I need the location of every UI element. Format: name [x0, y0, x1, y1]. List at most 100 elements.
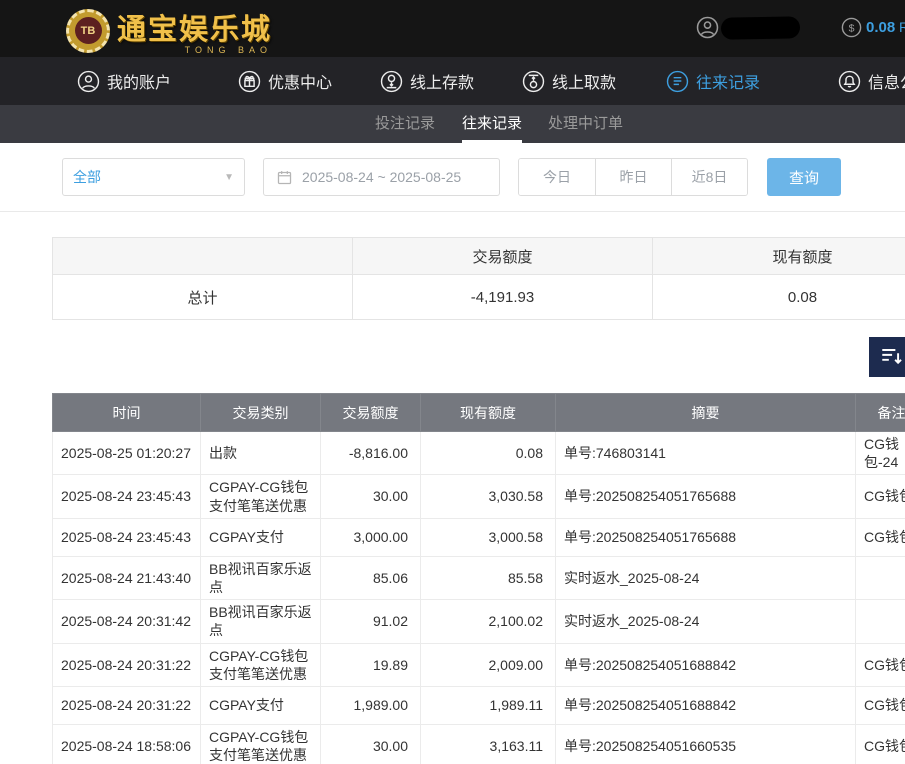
main-nav: 我的账户 优惠中心 线上存款 线上取款	[0, 57, 905, 105]
summary-total-label: 总计	[53, 275, 353, 320]
cell-time: 2025-08-24 23:45:43	[53, 518, 201, 556]
header-note: 备注	[856, 394, 905, 432]
records-header-row: 时间 交易类别 交易额度 现有额度 摘要 备注	[53, 394, 905, 432]
table-row: 2025-08-25 01:20:27 出款 -8,816.00 0.08 单号…	[53, 432, 905, 475]
cell-amount: 1,989.00	[321, 686, 421, 724]
cell-summary: 实时返水_2025-08-24	[556, 600, 856, 643]
cell-type: CGPAY-CG钱包支付笔笔送优惠	[201, 475, 321, 518]
section-divider	[0, 211, 905, 212]
user-icon	[77, 70, 100, 93]
cell-time: 2025-08-24 23:45:43	[53, 475, 201, 518]
type-filter-value: 全部	[73, 167, 101, 187]
cell-note: CG钱包	[856, 724, 905, 764]
logo-chip-icon: TB	[66, 9, 110, 53]
table-row: 2025-08-24 23:45:43 CGPAY支付 3,000.00 3,0…	[53, 518, 905, 556]
summary-table: 交易额度 现有额度 总计 -4,191.93 0.08	[52, 237, 905, 320]
summary-header-balance: 现有额度	[653, 238, 905, 275]
nav-item-label: 优惠中心	[268, 69, 332, 93]
tab-betting-records[interactable]: 投注记录	[375, 105, 435, 143]
user-avatar-icon[interactable]	[696, 16, 719, 39]
table-row: 2025-08-24 20:31:22 CGPAY-CG钱包支付笔笔送优惠 19…	[53, 643, 905, 686]
chevron-down-icon: ▼	[224, 172, 234, 183]
nav-item-my-account[interactable]: 我的账户	[77, 57, 171, 105]
last-8-days-button[interactable]: 近8日	[671, 159, 747, 195]
cell-note: CG钱包-24	[856, 432, 905, 475]
cell-amount: -8,816.00	[321, 432, 421, 475]
records-table-body: 2025-08-25 01:20:27 出款 -8,816.00 0.08 单号…	[53, 432, 905, 764]
cell-summary: 单号:202508254051688842	[556, 643, 856, 686]
cell-type: BB视讯百家乐返点	[201, 600, 321, 643]
today-button[interactable]: 今日	[519, 159, 595, 195]
nav-item-label: 信息公告	[868, 69, 905, 93]
topbar: TB 通宝娱乐城 TONG BAO $ 0.08 R	[0, 0, 905, 57]
nav-item-records[interactable]: 往来记录	[666, 57, 760, 105]
yesterday-button[interactable]: 昨日	[595, 159, 671, 195]
cell-balance: 0.08	[421, 432, 556, 475]
cell-summary: 实时返水_2025-08-24	[556, 556, 856, 599]
cell-balance: 3,030.58	[421, 475, 556, 518]
cell-summary: 单号:202508254051765688	[556, 518, 856, 556]
header-type: 交易类别	[201, 394, 321, 432]
cell-time: 2025-08-24 20:31:22	[53, 686, 201, 724]
cell-note: CG钱包	[856, 475, 905, 518]
logo-chip-text: TB	[75, 17, 102, 44]
table-row: 2025-08-24 21:43:40 BB视讯百家乐返点 85.06 85.5…	[53, 556, 905, 599]
cell-amount: 91.02	[321, 600, 421, 643]
cell-time: 2025-08-25 01:20:27	[53, 432, 201, 475]
logo-title: 通宝娱乐城	[117, 6, 272, 48]
cell-type: CGPAY支付	[201, 518, 321, 556]
cell-type: CGPAY-CG钱包支付笔笔送优惠	[201, 724, 321, 764]
username-redacted[interactable]	[721, 16, 800, 39]
nav-item-deposit[interactable]: 线上存款	[380, 57, 474, 105]
records-table: 时间 交易类别 交易额度 现有额度 摘要 备注 2025-08-25 01:20…	[52, 393, 905, 764]
nav-item-promotions[interactable]: 优惠中心	[238, 57, 332, 105]
nav-item-withdraw[interactable]: 线上取款	[522, 57, 616, 105]
cell-summary: 单号:202508254051765688	[556, 475, 856, 518]
cell-time: 2025-08-24 20:31:42	[53, 600, 201, 643]
cell-balance: 85.58	[421, 556, 556, 599]
nav-item-label: 线上存款	[410, 69, 474, 93]
bell-icon	[838, 70, 861, 93]
cell-note: CG钱包	[856, 686, 905, 724]
cell-amount: 30.00	[321, 475, 421, 518]
header-summary: 摘要	[556, 394, 856, 432]
tab-transaction-records[interactable]: 往来记录	[462, 105, 522, 143]
cell-note: CG钱包	[856, 643, 905, 686]
balance-amount: 0.08	[866, 19, 895, 36]
header-amount: 交易额度	[321, 394, 421, 432]
type-filter-select[interactable]: 全部 ▼	[62, 158, 245, 196]
table-row: 2025-08-24 18:58:06 CGPAY-CG钱包支付笔笔送优惠 30…	[53, 724, 905, 764]
nav-item-label: 线上取款	[552, 69, 616, 93]
cell-type: CGPAY支付	[201, 686, 321, 724]
nav-item-announcements[interactable]: 信息公告	[838, 57, 905, 105]
sort-order-button[interactable]	[869, 337, 905, 377]
date-range-picker[interactable]: 2025-08-24 ~ 2025-08-25	[263, 158, 500, 196]
tab-processing-orders[interactable]: 处理中订单	[548, 105, 623, 143]
date-range-value: 2025-08-24 ~ 2025-08-25	[302, 169, 461, 185]
summary-transaction-total: -4,191.93	[353, 275, 653, 320]
header-balance: 现有额度	[421, 394, 556, 432]
search-button[interactable]: 查询	[767, 158, 841, 196]
svg-text:$: $	[849, 22, 855, 34]
cell-summary: 单号:202508254051688842	[556, 686, 856, 724]
nav-item-label: 我的账户	[107, 69, 171, 93]
sub-tabbar: 投注记录 往来记录 处理中订单	[0, 105, 905, 143]
cell-time: 2025-08-24 20:31:22	[53, 643, 201, 686]
calendar-icon	[276, 169, 293, 186]
cell-summary: 单号:202508254051660535	[556, 724, 856, 764]
cell-summary: 单号:746803141	[556, 432, 856, 475]
cell-note	[856, 600, 905, 643]
cell-balance: 2,100.02	[421, 600, 556, 643]
cell-amount: 85.06	[321, 556, 421, 599]
header-time: 时间	[53, 394, 201, 432]
cell-amount: 3,000.00	[321, 518, 421, 556]
sort-descending-icon	[879, 344, 903, 371]
records-section: 时间 交易类别 交易额度 现有额度 摘要 备注 2025-08-25 01:20…	[52, 393, 905, 764]
summary-current-balance: 0.08	[653, 275, 905, 320]
cell-time: 2025-08-24 21:43:40	[53, 556, 201, 599]
cell-note: CG钱包	[856, 518, 905, 556]
logo-text: 通宝娱乐城 TONG BAO	[117, 6, 272, 55]
filter-bar: 全部 ▼ 2025-08-24 ~ 2025-08-25 今日 昨日 近8日 查…	[62, 158, 905, 196]
cell-balance: 3,163.11	[421, 724, 556, 764]
cell-time: 2025-08-24 18:58:06	[53, 724, 201, 764]
